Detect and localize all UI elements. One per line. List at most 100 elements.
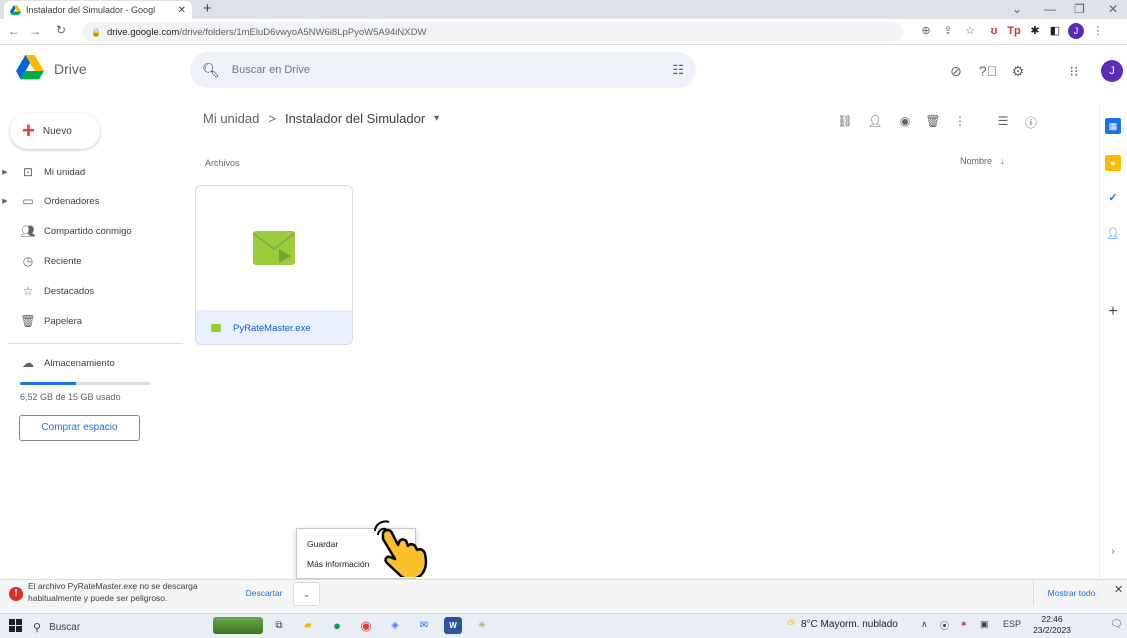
- warning-icon: !: [9, 587, 23, 601]
- account-avatar[interactable]: J: [1101, 60, 1123, 82]
- sort-label[interactable]: Nombre: [960, 156, 992, 166]
- keep-icon[interactable]: ●: [1105, 155, 1121, 171]
- file-card[interactable]: PyRateMaster.exe: [195, 185, 353, 345]
- buy-storage-button[interactable]: Comprar espacio: [19, 415, 140, 441]
- sidebar-item-my-drive[interactable]: ▶ ⊡ Mi unidad: [0, 158, 170, 186]
- tray-app-colored-icon[interactable]: ✶: [960, 619, 968, 630]
- link-icon[interactable]: ⛓: [836, 114, 854, 128]
- sidebar-item-computers[interactable]: ▶ ▭ Ordenadores: [0, 187, 170, 215]
- date: 23/2/2023: [1033, 625, 1071, 635]
- share-icon[interactable]: ⇪: [940, 23, 956, 39]
- contacts-icon[interactable]: 👤︎: [1105, 226, 1121, 242]
- show-all-button[interactable]: Mostrar todo: [1033, 580, 1109, 606]
- sidebar-item-recent[interactable]: ◷ Reciente: [0, 247, 170, 275]
- window-close-icon[interactable]: ✕: [1108, 0, 1118, 18]
- back-icon[interactable]: ←: [8, 24, 20, 38]
- minimize-icon[interactable]: —: [1044, 0, 1056, 18]
- sidebar-item-storage[interactable]: ☁︎ Almacenamiento: [0, 349, 170, 377]
- sidebar-item-shared[interactable]: 👥︎ Compartido conmigo: [0, 217, 170, 245]
- star-icon: ☆: [22, 284, 34, 298]
- maximize-icon[interactable]: ❐: [1074, 0, 1085, 18]
- notifications-icon[interactable]: 🗨︎: [1110, 619, 1123, 630]
- more-actions-icon[interactable]: ⋮: [951, 114, 969, 128]
- expand-caret-icon[interactable]: ▶: [0, 168, 10, 176]
- tasks-icon[interactable]: ✓: [1105, 190, 1121, 206]
- breadcrumb-current[interactable]: Instalador del Simulador: [285, 111, 425, 126]
- list-view-icon[interactable]: ☰: [994, 114, 1012, 128]
- cloud-icon: ☁︎: [22, 356, 34, 370]
- add-person-icon[interactable]: 👤︎: [866, 114, 884, 128]
- delete-icon[interactable]: 🗑︎: [924, 114, 942, 128]
- edge-browser-icon[interactable]: ●: [328, 617, 346, 634]
- drive-logo-icon[interactable]: [16, 55, 44, 80]
- taskbar-clock[interactable]: 22:46 23/2/2023: [1030, 614, 1074, 636]
- sidebar-item-label: Mi unidad: [44, 166, 86, 178]
- info-icon[interactable]: ⓘ: [1022, 114, 1040, 131]
- reload-icon[interactable]: ↻: [56, 23, 66, 37]
- new-button-label: Nuevo: [42, 125, 72, 137]
- word-app-icon[interactable]: W: [444, 617, 462, 634]
- help-icon[interactable]: ?⃝: [978, 63, 998, 79]
- new-button[interactable]: + Nuevo: [10, 113, 100, 149]
- running-app-icon[interactable]: ✳: [473, 617, 491, 634]
- sort-arrow-down-icon[interactable]: ↓: [1000, 156, 1005, 166]
- profile-avatar[interactable]: J: [1068, 23, 1084, 39]
- sidebar-item-label: Destacados: [44, 285, 95, 297]
- tray-app-icon[interactable]: ⦿: [940, 619, 949, 632]
- search-icon[interactable]: 🔍︎: [202, 62, 220, 79]
- extensions-puzzle-icon[interactable]: ✱: [1027, 23, 1043, 39]
- folder-dropdown-icon[interactable]: ▾: [434, 113, 439, 124]
- chrome-browser-icon[interactable]: ◉: [357, 617, 375, 634]
- add-addon-icon[interactable]: +: [1105, 304, 1121, 320]
- download-warning-text: El archivo PyRateMaster.exe no se descar…: [28, 581, 198, 603]
- expand-panel-icon[interactable]: ›: [1105, 544, 1121, 560]
- download-bar-close-icon[interactable]: ✕: [1114, 583, 1123, 596]
- sidebar-item-trash[interactable]: 🗑︎ Papelera: [0, 307, 170, 335]
- preview-eye-icon[interactable]: ◉: [896, 114, 914, 128]
- windows-start-icon[interactable]: [9, 619, 22, 632]
- sidebar-item-starred[interactable]: ☆ Destacados: [0, 277, 170, 305]
- breadcrumb: Mi unidad > Instalador del Simulador ▾: [203, 111, 439, 126]
- search-options-icon[interactable]: ☷: [672, 62, 684, 78]
- new-tab-button[interactable]: +: [203, 1, 212, 17]
- forward-icon[interactable]: →: [29, 24, 41, 38]
- taskbar-search-label: Buscar: [49, 621, 81, 633]
- landscape-widget-icon[interactable]: [213, 617, 263, 634]
- file-explorer-icon[interactable]: ▰: [299, 617, 317, 634]
- tray-chevron-icon[interactable]: ∧: [921, 619, 928, 630]
- settings-gear-icon[interactable]: ⚙: [1008, 63, 1028, 80]
- bookmark-star-icon[interactable]: ☆: [962, 23, 978, 39]
- apps-grid-icon[interactable]: ⁝⁝: [1064, 63, 1084, 80]
- mail-app-icon[interactable]: ✉: [415, 617, 433, 634]
- sort-control[interactable]: Nombre ↓: [960, 156, 1005, 166]
- taskbar-search[interactable]: ⚲ Buscar: [33, 616, 233, 638]
- browser-menu-icon[interactable]: ⋮: [1090, 23, 1106, 39]
- shared-people-icon: 👥︎: [20, 224, 36, 238]
- keyboard-language[interactable]: ESP: [1003, 619, 1021, 629]
- address-bar[interactable]: 🔒 drive.google.com/drive/folders/1mEluD6…: [83, 22, 903, 42]
- file-name: PyRateMaster.exe: [233, 322, 311, 334]
- drive-search-box[interactable]: 🔍︎ ☷: [190, 52, 696, 88]
- extension-icon[interactable]: ʊ: [986, 23, 1002, 39]
- install-app-icon[interactable]: ⊕: [918, 23, 934, 39]
- tab-search-chevron-icon[interactable]: ⌄: [1012, 0, 1022, 18]
- tray-display-icon[interactable]: ▣: [980, 619, 989, 630]
- extension-tp-icon[interactable]: Tp: [1006, 23, 1022, 39]
- breadcrumb-root[interactable]: Mi unidad: [203, 111, 259, 126]
- weather-widget[interactable]: ⛅︎ 8°C Mayorm. nublado: [787, 619, 898, 630]
- search-icon: ⚲: [33, 621, 42, 634]
- sidebar-divider: [8, 343, 183, 344]
- drive-search-input[interactable]: [231, 64, 661, 76]
- download-options-chevron-icon[interactable]: ⌄: [293, 582, 320, 606]
- clock-icon: ◷: [22, 254, 34, 268]
- browser-tab[interactable]: Instalador del Simulador - Googl ✕: [4, 1, 192, 19]
- discard-button[interactable]: Descartar: [239, 580, 289, 606]
- tab-close-icon[interactable]: ✕: [178, 5, 186, 16]
- file-name-row[interactable]: PyRateMaster.exe: [196, 310, 352, 344]
- side-panel-icon[interactable]: ◧: [1047, 23, 1063, 39]
- offline-status-icon[interactable]: ⊘: [946, 63, 966, 80]
- store-app-icon[interactable]: ◈: [386, 617, 404, 634]
- expand-caret-icon[interactable]: ▶: [0, 197, 10, 205]
- calendar-icon[interactable]: ▦: [1105, 118, 1121, 134]
- task-view-icon[interactable]: ⧉: [270, 617, 288, 634]
